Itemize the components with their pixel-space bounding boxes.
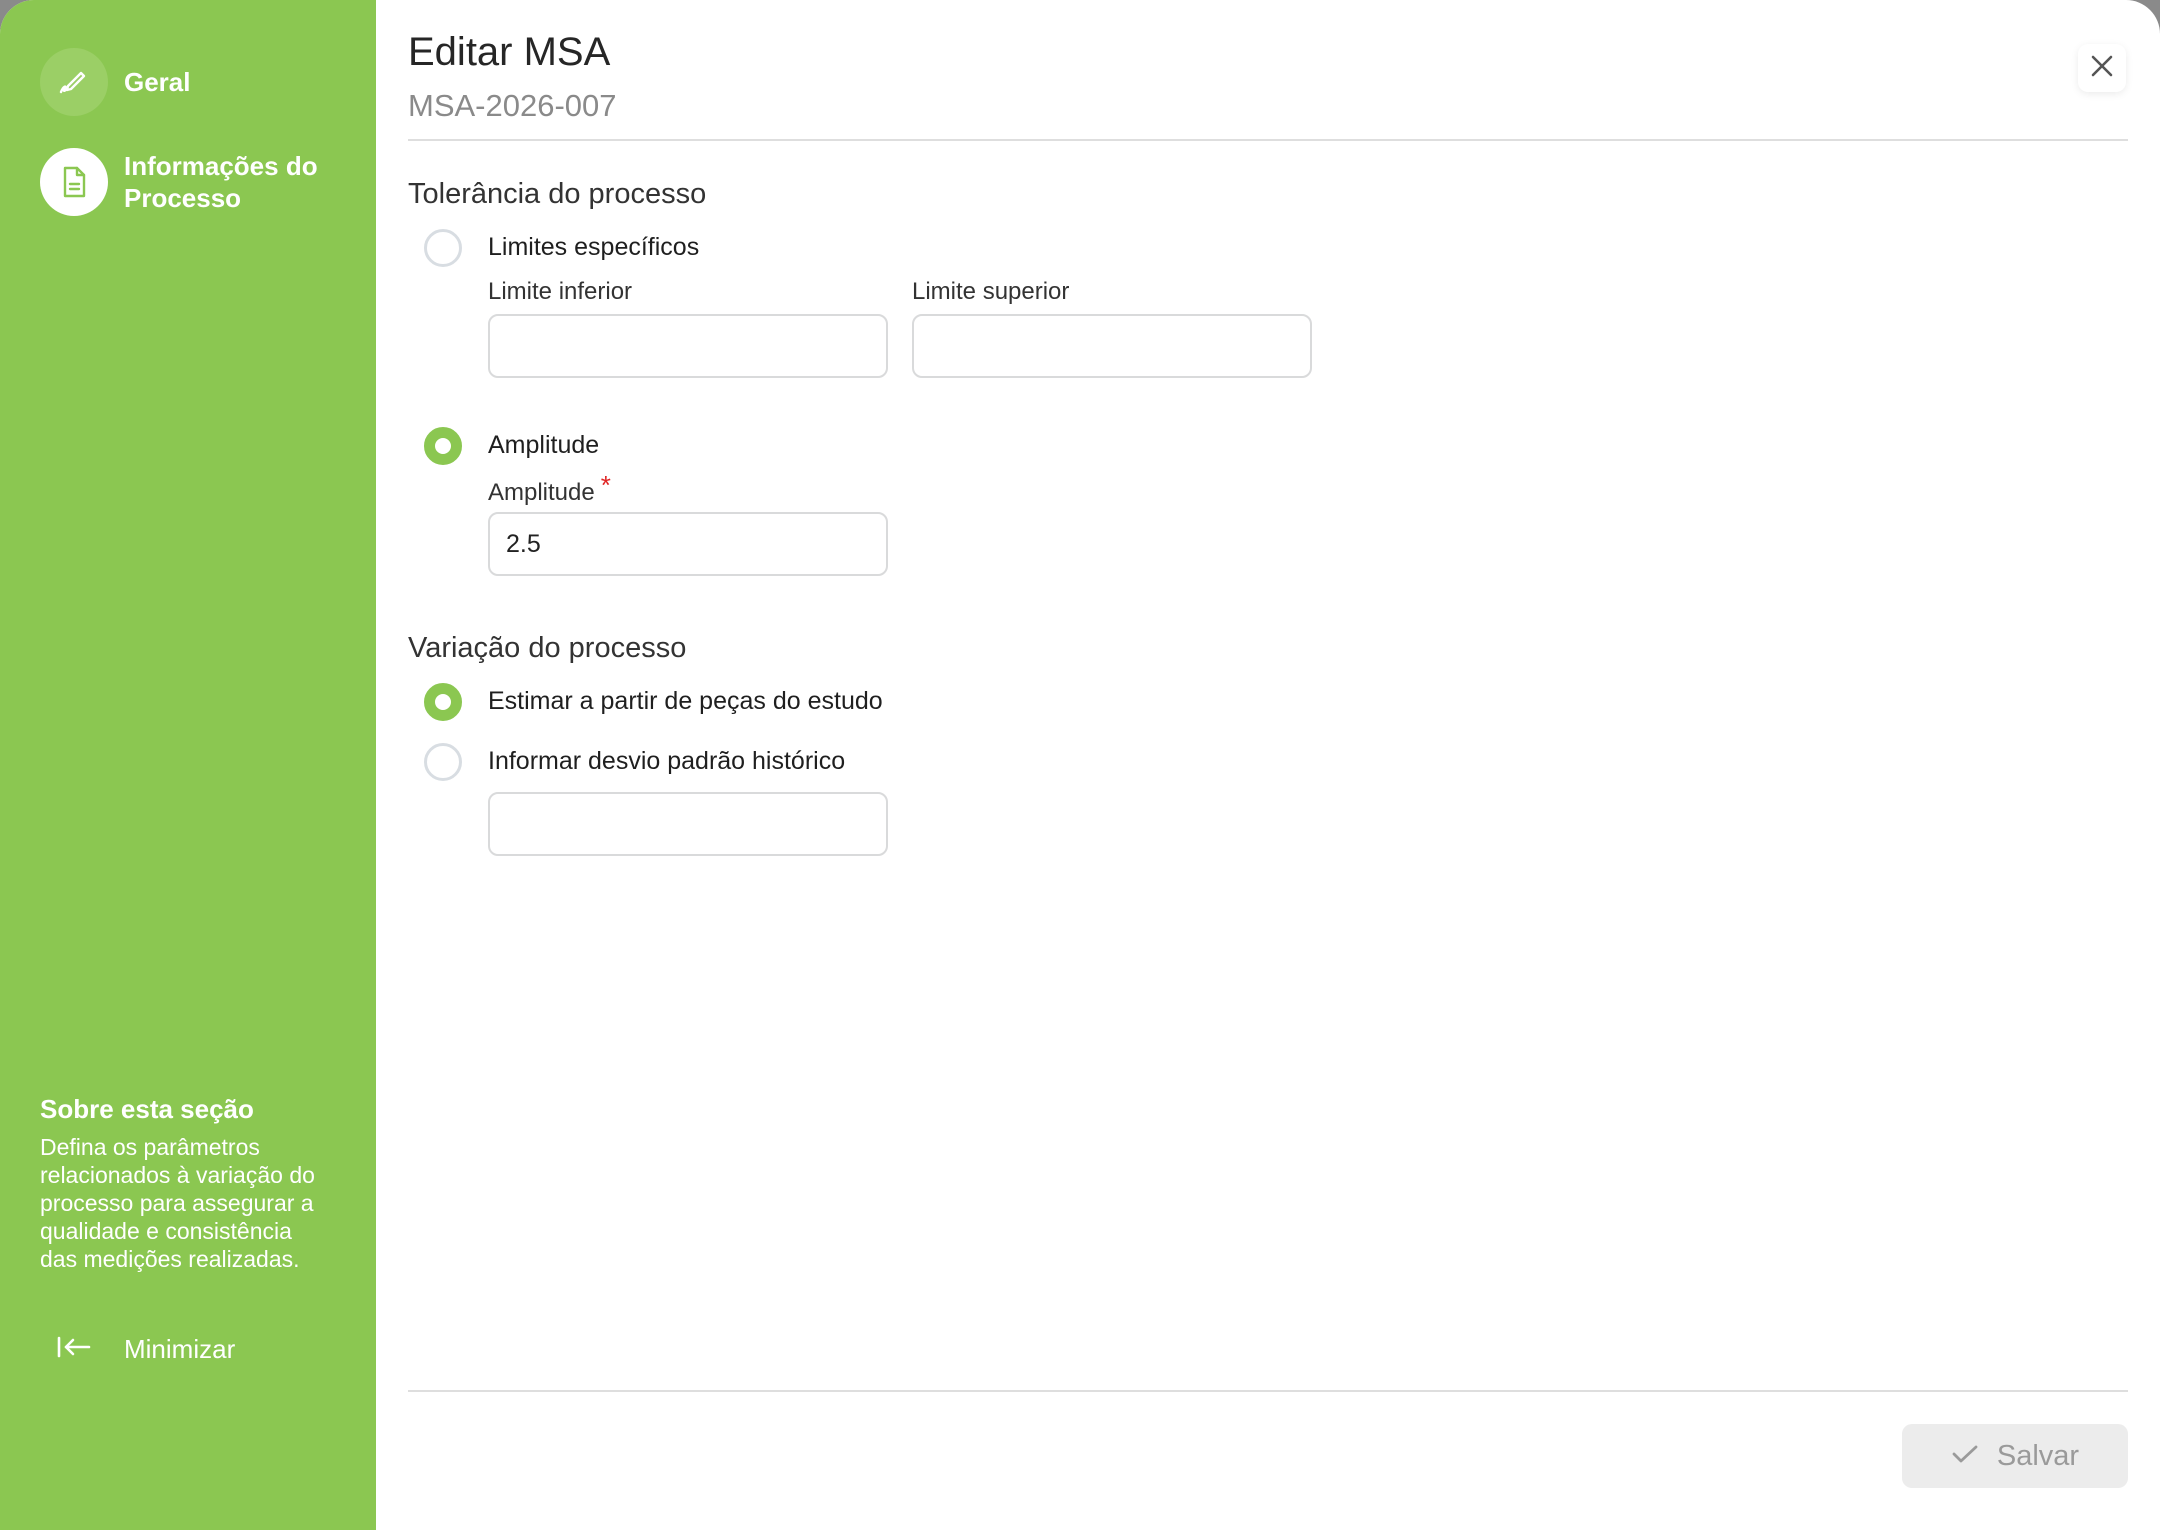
radio-amplitude[interactable] [424, 427, 462, 465]
document-icon [40, 148, 108, 216]
lower-limit-input[interactable] [488, 314, 888, 378]
minimize-button[interactable]: Minimizar [56, 1334, 235, 1365]
sidebar-item-label: Informações do Processo [124, 151, 318, 213]
tolerance-section-title: Tolerância do processo [408, 178, 707, 210]
page-title: Editar MSA [408, 30, 611, 74]
radio-label-estimar: Estimar a partir de peças do estudo [488, 687, 883, 715]
amplitude-input[interactable]: 2.5 [488, 512, 888, 576]
collapse-left-icon [56, 1335, 92, 1364]
signature-pen-icon [40, 48, 108, 116]
variation-section-title: Variação do processo [408, 632, 687, 664]
radio-label-limites: Limites específicos [488, 233, 700, 261]
amplitude-label: Amplitude * [488, 470, 611, 507]
amplitude-label-text: Amplitude [488, 479, 595, 506]
header-divider [408, 139, 2128, 141]
about-section: Sobre esta seção Defina os parâmetros re… [40, 1094, 330, 1273]
close-button[interactable] [2078, 44, 2126, 92]
save-button[interactable]: Salvar [1902, 1424, 2128, 1488]
radio-limites-especificos[interactable] [424, 229, 462, 267]
sidebar-item-informacoes-processo[interactable]: Informações do Processo [40, 148, 334, 216]
sidebar-item-label: Geral [124, 67, 191, 97]
historic-std-input[interactable] [488, 792, 888, 856]
upper-limit-label: Limite superior [912, 278, 1070, 305]
lower-limit-label: Limite inferior [488, 278, 633, 305]
required-marker: * [600, 470, 611, 500]
footer-divider [408, 1390, 2128, 1392]
radio-desvio-historico[interactable] [424, 743, 462, 781]
upper-limit-input[interactable] [912, 314, 1312, 378]
radio-label-amplitude: Amplitude [488, 431, 600, 459]
radio-label-desvio: Informar desvio padrão histórico [488, 747, 846, 775]
check-icon [1951, 1443, 1979, 1470]
sidebar-item-geral[interactable]: Geral [40, 48, 191, 116]
about-title: Sobre esta seção [40, 1094, 254, 1124]
sidebar: Geral Informações do Processo Sobre esta… [0, 0, 376, 1530]
save-label: Salvar [1996, 1439, 2080, 1472]
radio-estimar-pecas[interactable] [424, 683, 462, 721]
edit-msa-modal: Geral Informações do Processo Sobre esta… [0, 0, 2160, 1530]
minimize-label: Minimizar [124, 1334, 236, 1364]
close-icon [2089, 53, 2115, 84]
page-subtitle: MSA-2026-007 [408, 88, 617, 123]
about-description: Defina os parâmetros relacionados à vari… [40, 1134, 315, 1272]
